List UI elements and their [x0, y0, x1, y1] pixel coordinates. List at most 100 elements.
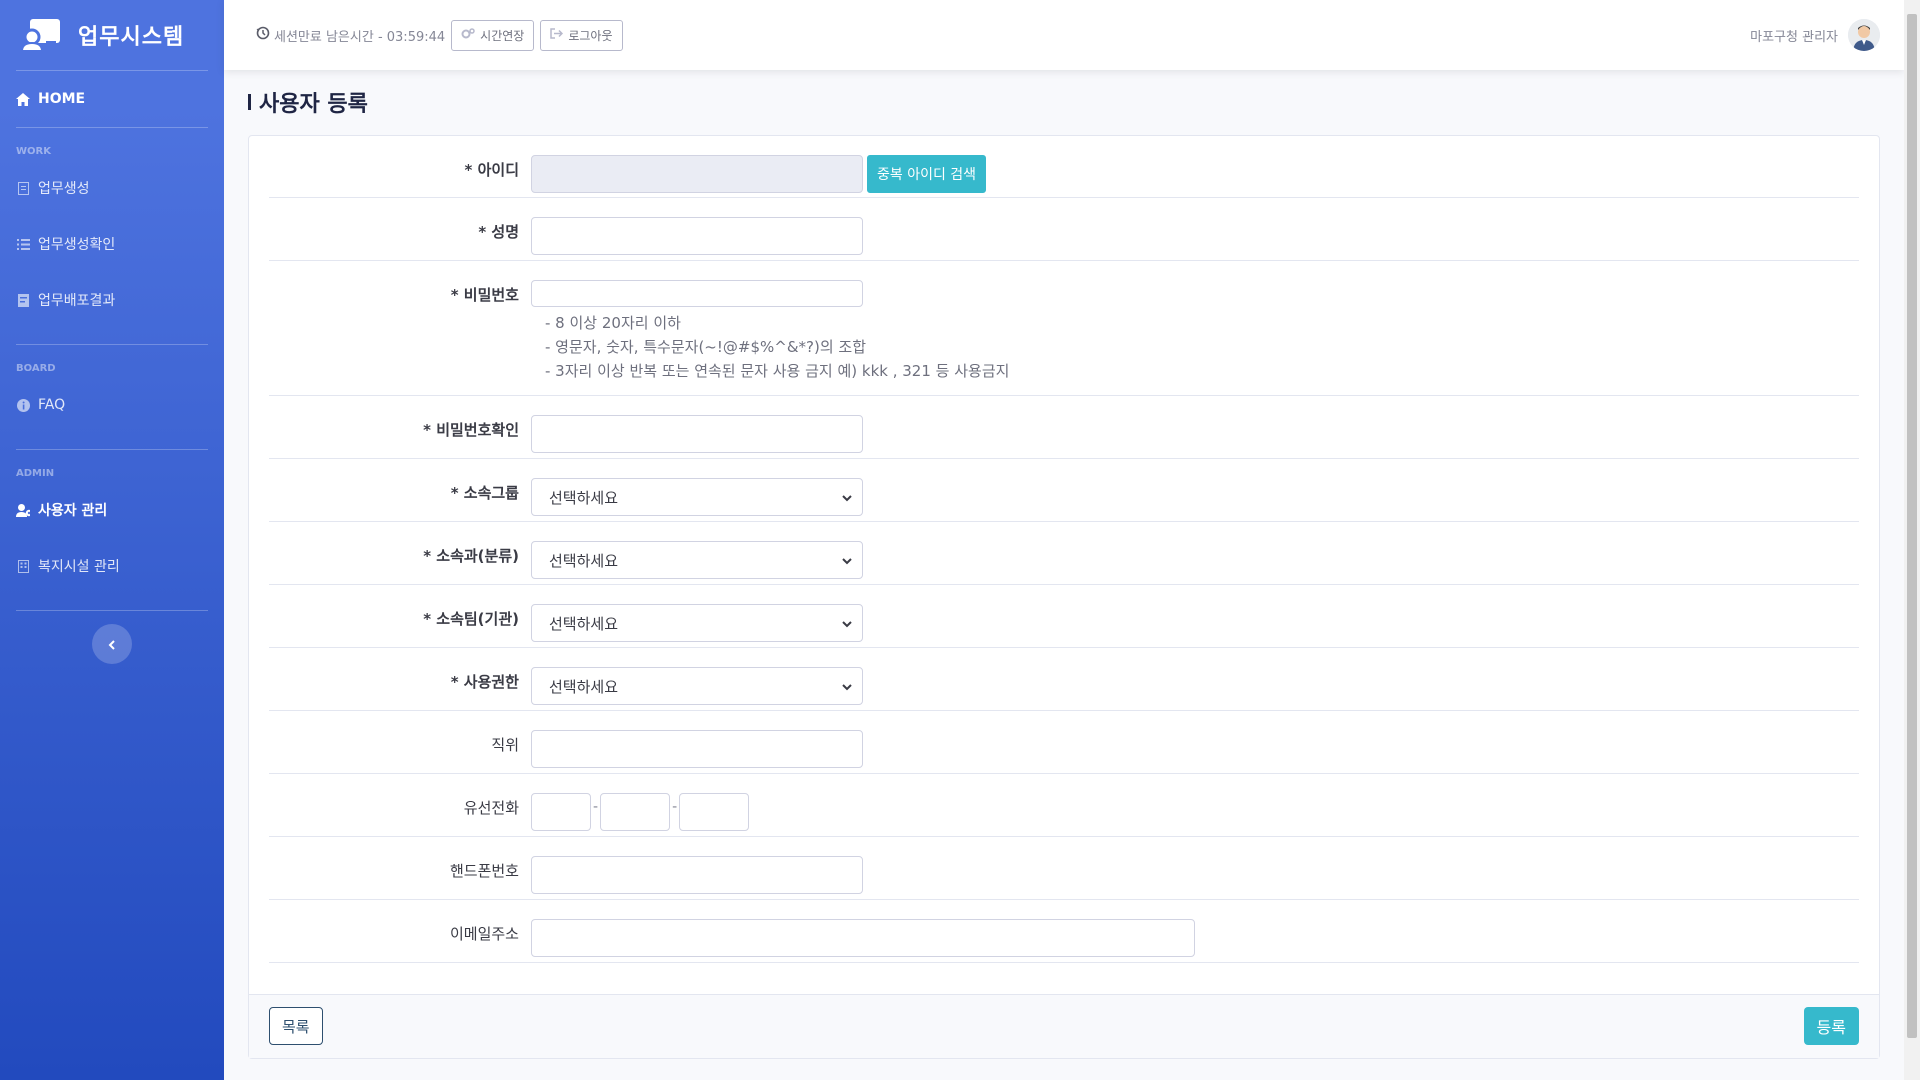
role-select[interactable]: 선택하세요 [531, 667, 863, 705]
id-input[interactable] [531, 155, 863, 193]
phone-middle-input[interactable] [600, 793, 671, 831]
extend-label: 시간연장 [480, 28, 525, 43]
submit-button[interactable]: 등록 [1803, 1007, 1859, 1045]
history-icon [256, 26, 270, 44]
form-row-dept: * 소속과(분류) 선택하세요 [269, 522, 1859, 585]
team-label: * 소속팀(기관) [423, 610, 519, 628]
scrollbar[interactable] [1904, 0, 1920, 1080]
role-label: * 사용권한 [450, 673, 519, 691]
team-select[interactable]: 선택하세요 [531, 604, 863, 642]
password-hints: - 8 이상 20자리 이하 - 영문자, 숫자, 특수문자(~!@#$%^&*… [531, 311, 1009, 383]
position-input[interactable] [531, 730, 863, 768]
user-monitor-icon [20, 17, 62, 53]
scrollbar-thumb[interactable] [1907, 14, 1917, 1038]
title-bar [248, 94, 251, 110]
nav-task-confirm[interactable]: 업무생성확인 [0, 216, 224, 272]
user-gear-icon [16, 503, 30, 517]
building-icon [16, 559, 30, 573]
dept-label: * 소속과(분류) [423, 547, 519, 565]
avatar [1848, 19, 1880, 51]
nav-label: 업무생성 [38, 181, 90, 197]
form-row-group: * 소속그룹 선택하세요 [269, 459, 1859, 522]
form-row-id: * 아이디 중복 아이디 검색 [269, 136, 1859, 198]
phone-area-input[interactable] [531, 793, 591, 831]
list-button[interactable]: 목록 [269, 1007, 323, 1045]
form-row-team: * 소속팀(기관) 선택하세요 [269, 585, 1859, 648]
password-label: * 비밀번호 [450, 286, 519, 304]
select-value: 선택하세요 [549, 488, 619, 507]
nav-label: 복지시설 관리 [38, 559, 120, 575]
select-value: 선택하세요 [549, 551, 619, 570]
nav-task-result[interactable]: 업무배포결과 [0, 272, 224, 328]
extend-session-button[interactable]: 시간연장 [451, 19, 535, 51]
nav-faq[interactable]: FAQ [0, 377, 224, 433]
divider [16, 344, 208, 345]
form-row-phone: 유선전화 - - [269, 774, 1859, 837]
form-row-password-confirm: * 비밀번호확인 [269, 396, 1859, 459]
email-input[interactable] [531, 919, 1195, 957]
phone-dash: - [593, 799, 599, 815]
password-input[interactable] [531, 280, 863, 307]
divider [16, 610, 208, 611]
section-heading-work: WORK [16, 146, 51, 157]
phone-last-input[interactable] [679, 793, 750, 831]
password-confirm-label: * 비밀번호확인 [423, 421, 519, 439]
nav-label: 사용자 관리 [38, 503, 108, 519]
brand[interactable]: 업무시스템 [0, 0, 224, 70]
logout-button[interactable]: 로그아웃 [540, 19, 623, 51]
sign-out-icon [550, 28, 564, 42]
form-row-role: * 사용권한 선택하세요 [269, 648, 1859, 711]
form-row-position: 직위 [269, 711, 1859, 774]
divider [16, 449, 208, 450]
file-icon [16, 181, 30, 195]
nav-task-create[interactable]: 업무생성 [0, 160, 224, 216]
form-body: * 아이디 중복 아이디 검색 * 성명 * 비밀번호 - 8 이상 20자리 … [269, 136, 1859, 963]
nav-facility-management[interactable]: 복지시설 관리 [0, 538, 224, 594]
id-field: 중복 아이디 검색 [531, 136, 987, 197]
nav-user-management[interactable]: 사용자 관리 [0, 482, 224, 538]
user-registration-form: * 아이디 중복 아이디 검색 * 성명 * 비밀번호 - 8 이상 20자리 … [248, 135, 1880, 1059]
page-title: 사용자 등록 [248, 86, 368, 118]
nav-label: 업무생성확인 [38, 237, 116, 253]
info-icon [16, 398, 30, 412]
report-icon [16, 293, 30, 307]
email-label: 이메일주소 [449, 925, 519, 943]
nav-home-label: HOME [38, 91, 86, 107]
list-icon [16, 237, 30, 251]
select-value: 선택하세요 [549, 677, 619, 696]
name-input[interactable] [531, 217, 863, 255]
mobile-input[interactable] [531, 856, 863, 894]
password-hint: - 3자리 이상 반복 또는 연속된 문자 사용 금지 예) kkk , 321… [545, 362, 1010, 380]
group-select[interactable]: 선택하세요 [531, 478, 863, 516]
password-hint: - 영문자, 숫자, 특수문자(~!@#$%^&*?)의 조합 [545, 338, 866, 356]
id-label: * 아이디 [464, 161, 519, 179]
chevron-left-icon [108, 635, 116, 654]
form-row-name: * 성명 [269, 198, 1859, 261]
user-menu[interactable]: 마포구청 관리자 [1750, 0, 1880, 70]
gears-icon [461, 28, 475, 42]
sidebar: 업무시스템 HOME WORK 업무생성 업무생성확인 업무배포결과 BOARD… [0, 0, 224, 1080]
page-title-text: 사용자 등록 [259, 92, 368, 117]
phone-dash: - [672, 799, 678, 815]
form-row-mobile: 핸드폰번호 [269, 837, 1859, 900]
logout-label: 로그아웃 [568, 28, 613, 43]
password-confirm-input[interactable] [531, 415, 863, 453]
group-label: * 소속그룹 [450, 484, 519, 502]
form-row-email: 이메일주소 [269, 900, 1859, 963]
chevron-down-icon [842, 614, 852, 632]
session-text: 세션만료 남은시간 - 03:59:44 [274, 29, 446, 45]
check-duplicate-id-button[interactable]: 중복 아이디 검색 [867, 155, 987, 193]
name-label: * 성명 [478, 223, 519, 241]
section-heading-board: BOARD [16, 363, 56, 374]
session-timer: 세션만료 남은시간 - 03:59:44 [256, 26, 445, 45]
position-label: 직위 [491, 736, 519, 754]
chevron-down-icon [842, 551, 852, 569]
brand-title: 업무시스템 [78, 25, 185, 50]
topbar: 세션만료 남은시간 - 03:59:44 시간연장 로그아웃 마포구청 관리자 [224, 0, 1904, 70]
nav-label: 업무배포결과 [38, 293, 116, 309]
sidebar-toggle-button[interactable] [92, 624, 132, 664]
password-hint: - 8 이상 20자리 이하 [545, 314, 681, 332]
chevron-down-icon [842, 677, 852, 695]
nav-home[interactable]: HOME [0, 71, 224, 127]
dept-select[interactable]: 선택하세요 [531, 541, 863, 579]
